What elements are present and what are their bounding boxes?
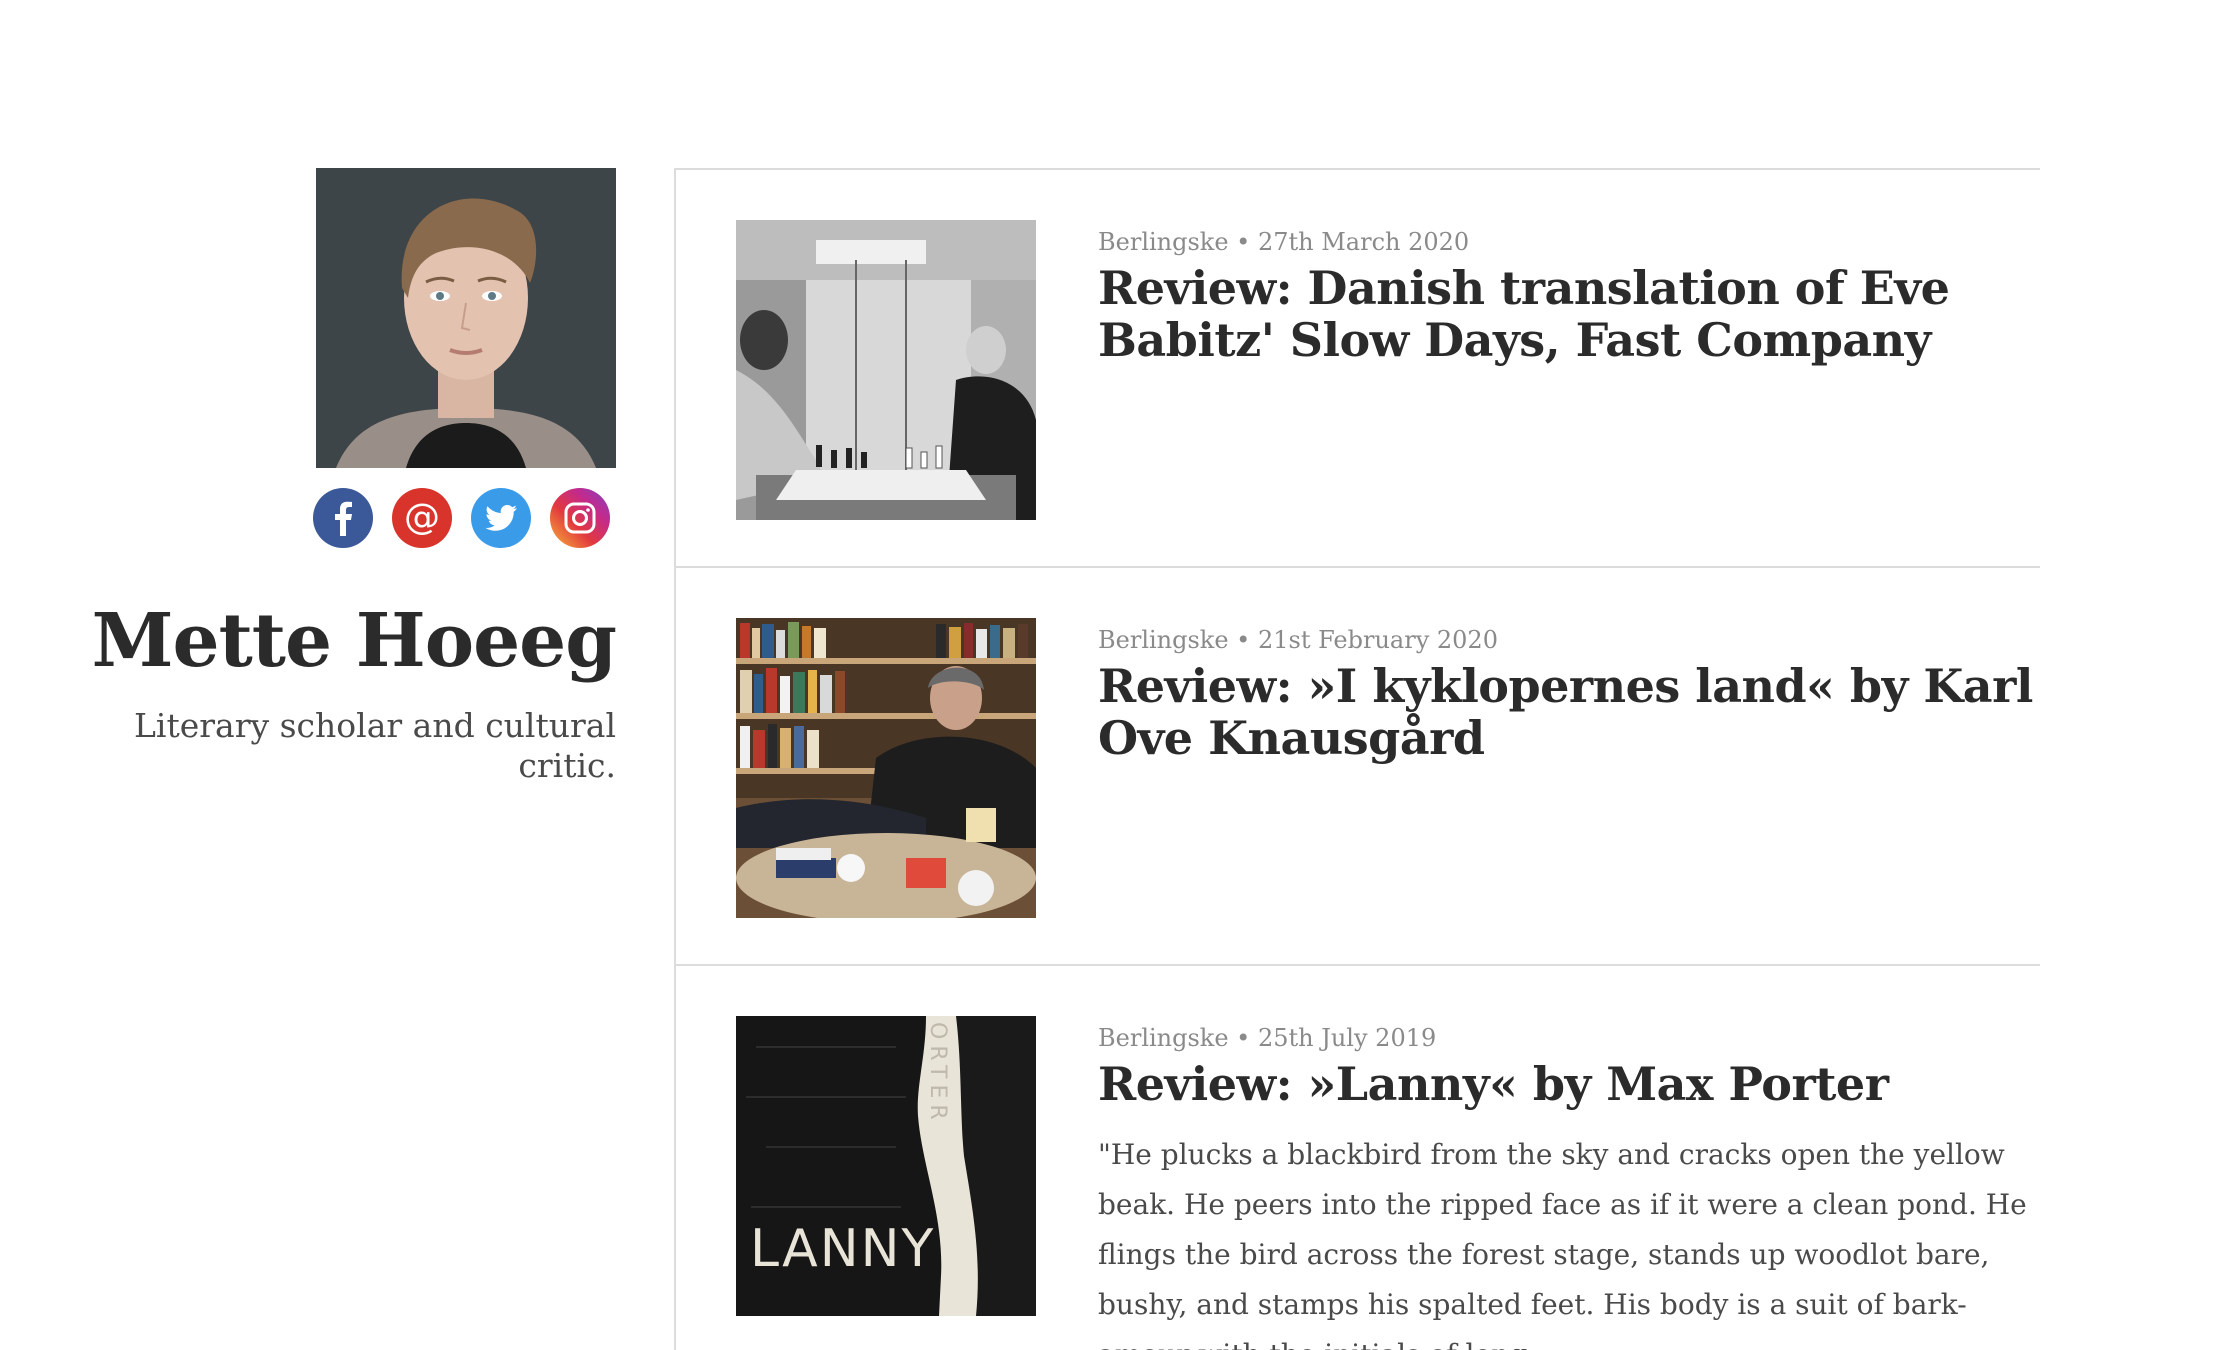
author-with-bookshelves-photo bbox=[736, 618, 1036, 918]
chess-game-photo bbox=[736, 220, 1036, 520]
at-sign-icon: @ bbox=[404, 497, 440, 538]
twitter-bird-icon bbox=[485, 505, 517, 531]
facebook-link[interactable] bbox=[313, 488, 373, 548]
instagram-link[interactable] bbox=[550, 488, 610, 548]
twitter-link[interactable] bbox=[471, 488, 531, 548]
article-text: Berlingske • 25th July 2019 Review: »Lan… bbox=[1098, 1024, 2038, 1350]
article-meta: Berlingske • 25th July 2019 bbox=[1098, 1024, 1437, 1052]
article-thumbnail[interactable]: LANNY ORTER bbox=[736, 1016, 1036, 1316]
article-card: LANNY ORTER Berlingske • 25th July 2019 … bbox=[676, 964, 2040, 1350]
social-links: @ bbox=[40, 488, 616, 548]
article-card: Berlingske • 21st February 2020 Review: … bbox=[676, 566, 2040, 964]
page: @ Mette Hoeeg Literary scholar and cultu… bbox=[0, 0, 2240, 1350]
profile-sidebar: @ Mette Hoeeg Literary scholar and cultu… bbox=[40, 168, 617, 785]
cover-title-text: LANNY bbox=[750, 1219, 935, 1279]
author-portrait bbox=[316, 168, 616, 468]
author-tagline: Literary scholar and cultural critic. bbox=[134, 706, 616, 785]
article-meta: Berlingske • 21st February 2020 bbox=[1098, 626, 1498, 654]
facebook-icon bbox=[335, 501, 352, 536]
article-text: Berlingske • 27th March 2020 Review: Dan… bbox=[1098, 228, 2038, 366]
author-name: Mette Hoeeg bbox=[91, 598, 617, 684]
instagram-camera-icon bbox=[564, 502, 596, 534]
article-title-link[interactable]: Review: »Lanny« by Max Porter bbox=[1098, 1058, 2038, 1110]
lanny-book-cover: LANNY ORTER bbox=[736, 1016, 1036, 1316]
article-feed: Berlingske • 27th March 2020 Review: Dan… bbox=[674, 168, 2040, 1350]
article-thumbnail[interactable] bbox=[736, 618, 1036, 918]
article-excerpt: "He plucks a blackbird from the sky and … bbox=[1098, 1138, 2027, 1350]
article-title-link[interactable]: Review: Danish translation of Eve Babitz… bbox=[1098, 262, 2038, 366]
article-text: Berlingske • 21st February 2020 Review: … bbox=[1098, 626, 2038, 764]
article-meta: Berlingske • 27th March 2020 bbox=[1098, 228, 1470, 256]
article-card: Berlingske • 27th March 2020 Review: Dan… bbox=[676, 168, 2040, 566]
cover-author-text: ORTER bbox=[925, 1022, 950, 1126]
article-title-link[interactable]: Review: »I kyklopernes land« by Karl Ove… bbox=[1098, 660, 2038, 764]
email-link[interactable]: @ bbox=[392, 488, 452, 548]
author-portrait-image bbox=[316, 168, 616, 468]
article-thumbnail[interactable] bbox=[736, 220, 1036, 520]
